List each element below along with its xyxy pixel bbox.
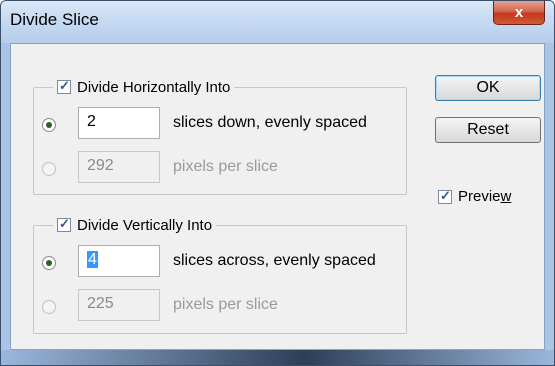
preview-checkbox[interactable]	[438, 188, 452, 204]
divide-horizontally-label: Divide Horizontally Into	[77, 78, 231, 96]
dialog-body: Divide Horizontally Into 2 slices down, …	[10, 43, 545, 350]
divide-vertically-label: Divide Vertically Into	[77, 216, 213, 234]
horizontal-slices-radio[interactable]	[42, 118, 56, 132]
close-button[interactable]: x	[493, 1, 545, 25]
vertical-pixels-input[interactable]: 225	[78, 289, 160, 321]
divide-horizontally-checkbox[interactable]	[57, 78, 71, 94]
vertical-pixels-label: pixels per slice	[173, 296, 278, 313]
divide-vertically-checkbox[interactable]	[57, 216, 71, 232]
vertical-slices-radio[interactable]	[42, 256, 56, 270]
horizontal-pixels-label: pixels per slice	[173, 158, 278, 175]
vertical-legend: Divide Vertically Into	[53, 215, 217, 235]
divide-slice-dialog: Divide Slice x Divide Horizontally Into …	[0, 0, 555, 366]
vertical-slices-value: 4	[87, 251, 98, 268]
vertical-slices-label: slices across, evenly spaced	[173, 252, 376, 269]
horizontal-pixels-input[interactable]: 292	[78, 151, 160, 183]
horizontal-pixels-value: 292	[87, 157, 114, 174]
close-icon: x	[514, 4, 524, 21]
horizontal-legend: Divide Horizontally Into	[53, 77, 235, 97]
ok-button-label: OK	[476, 79, 500, 96]
ok-button[interactable]: OK	[435, 75, 541, 101]
reset-button-label: Reset	[467, 121, 509, 138]
title-bar[interactable]: Divide Slice x	[1, 1, 554, 43]
dialog-title: Divide Slice	[10, 10, 99, 29]
vertical-pixels-radio[interactable]	[42, 300, 56, 314]
vertical-pixels-value: 225	[87, 295, 114, 312]
horizontal-slices-label: slices down, evenly spaced	[173, 114, 367, 131]
reset-button[interactable]: Reset	[435, 117, 541, 143]
horizontal-slices-input[interactable]: 2	[78, 107, 160, 139]
horizontal-slices-value: 2	[87, 113, 96, 130]
vertical-slices-input[interactable]: 4	[78, 245, 160, 277]
preview-label: Preview	[458, 188, 512, 205]
window-bottom-border	[1, 350, 554, 365]
horizontal-pixels-radio[interactable]	[42, 162, 56, 176]
preview-option[interactable]: Preview	[438, 188, 511, 205]
